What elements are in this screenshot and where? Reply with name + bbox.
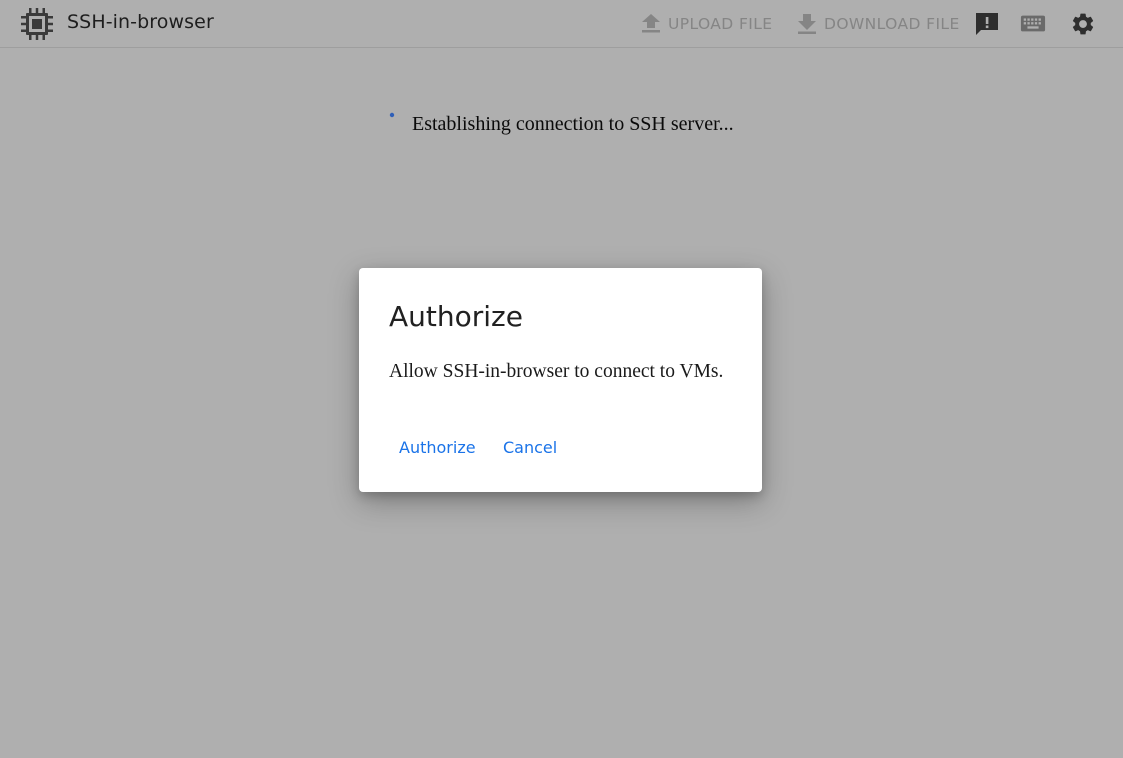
download-file-button[interactable]: DOWNLOAD FILE — [798, 11, 960, 37]
download-file-label: DOWNLOAD FILE — [824, 15, 960, 33]
upload-file-button[interactable]: UPLOAD FILE — [642, 11, 772, 37]
upload-icon — [642, 14, 660, 33]
dialog-title: Authorize — [389, 300, 523, 333]
upload-file-label: UPLOAD FILE — [668, 15, 773, 33]
keyboard-icon[interactable] — [1020, 11, 1046, 37]
status-text: Establishing connection to SSH server... — [412, 113, 734, 135]
feedback-icon[interactable] — [974, 11, 1000, 37]
authorize-button[interactable]: Authorize — [399, 438, 476, 457]
dialog-message: Allow SSH-in-browser to connect to VMs. — [389, 361, 724, 382]
chip-icon — [21, 8, 53, 40]
gear-icon[interactable] — [1070, 11, 1096, 37]
top-bar: SSH-in-browser UPLOAD FILE DOWNLOAD FILE — [0, 0, 1123, 48]
app-title: SSH-in-browser — [67, 11, 214, 33]
spinner-icon — [389, 112, 395, 118]
download-icon — [798, 14, 816, 34]
authorize-dialog: Authorize Allow SSH-in-browser to connec… — [359, 268, 762, 492]
cancel-button[interactable]: Cancel — [503, 438, 557, 457]
